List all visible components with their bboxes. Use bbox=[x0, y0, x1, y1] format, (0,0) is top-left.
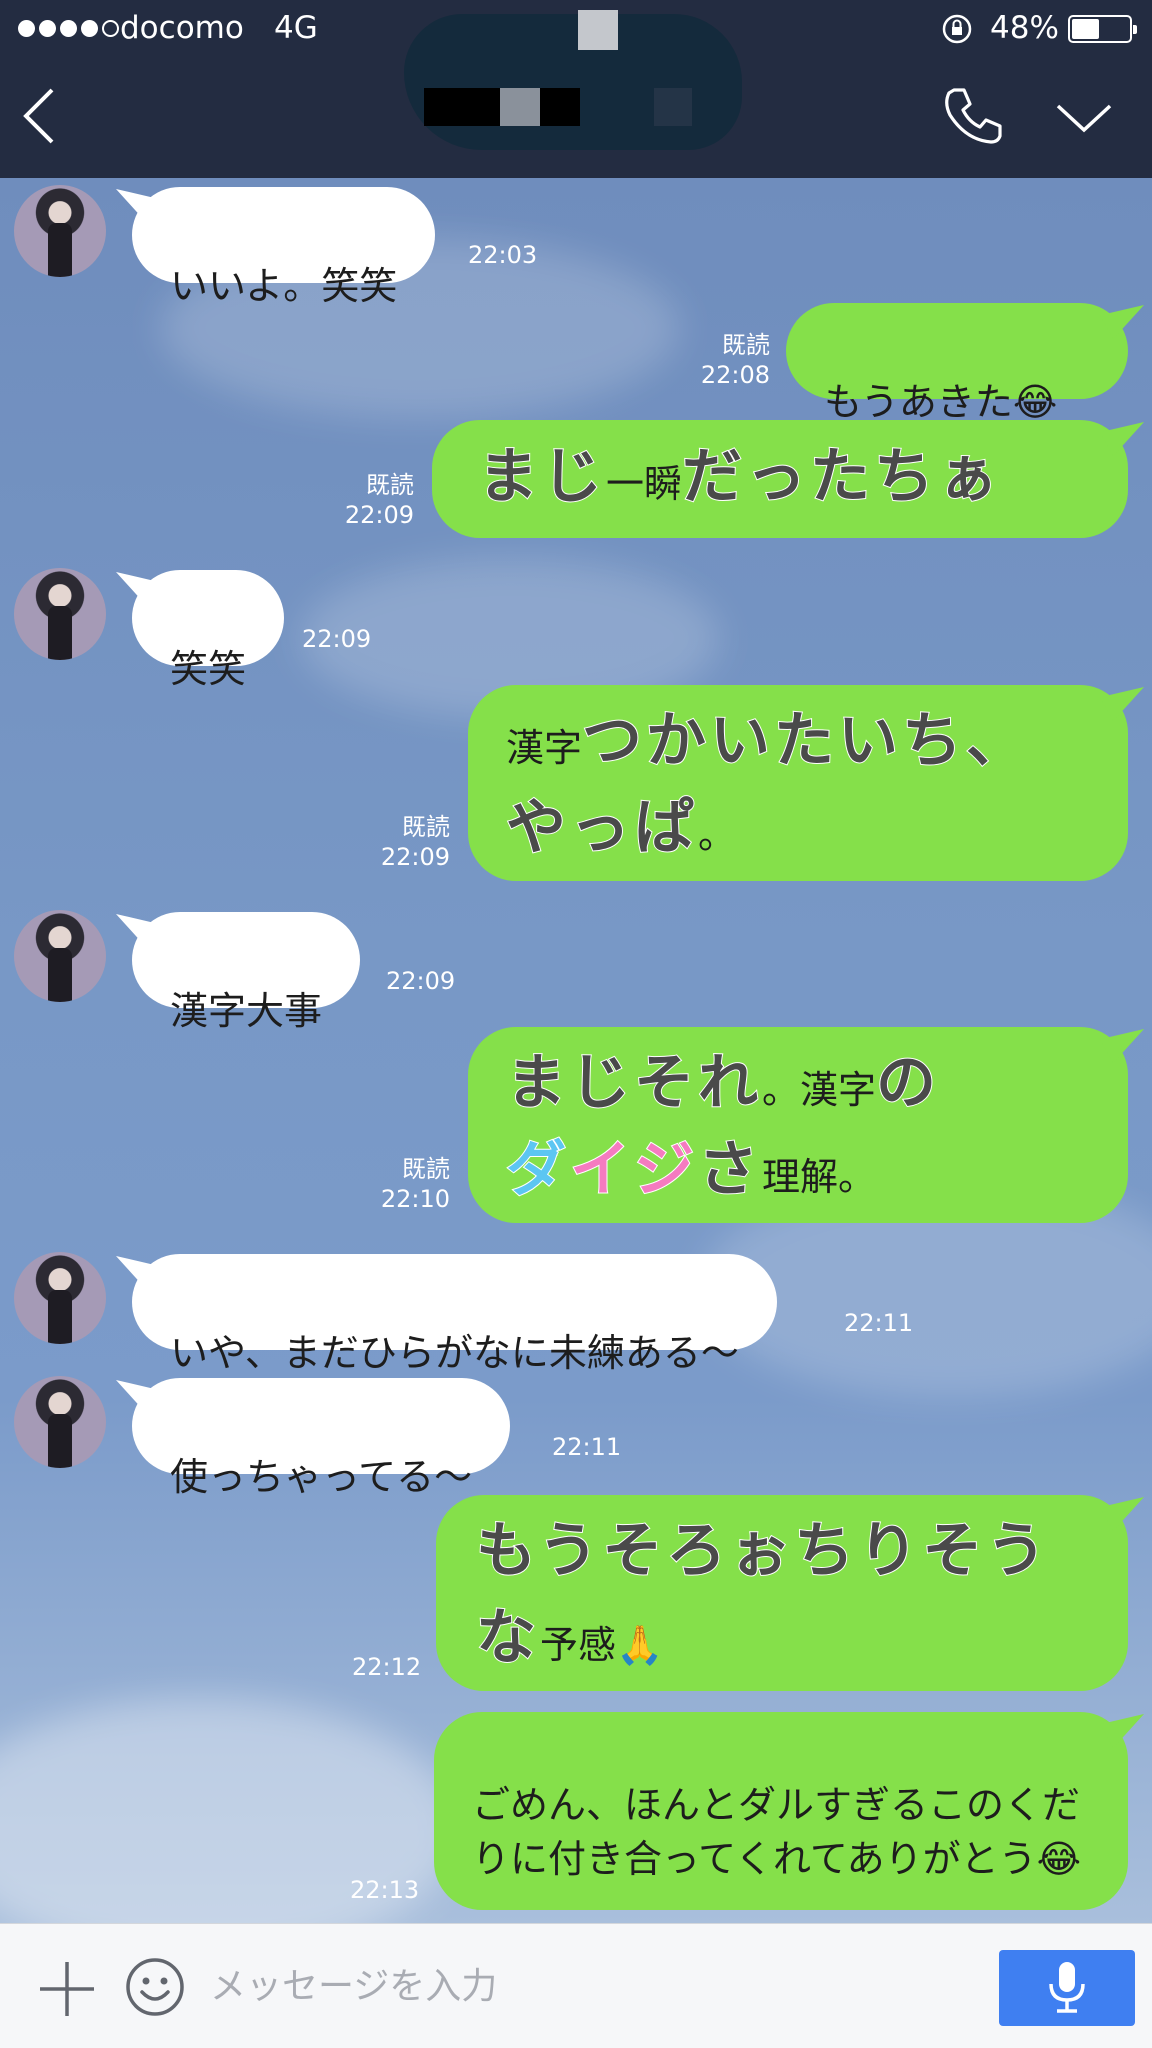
microphone-icon bbox=[1049, 1962, 1085, 2013]
carrier-name: docomo bbox=[120, 10, 244, 46]
message-bubble-incoming[interactable]: 笑笑 bbox=[132, 570, 285, 691]
microphone-button[interactable] bbox=[999, 1950, 1135, 2026]
deco-text: まじ bbox=[477, 441, 606, 513]
message-text: 。漢字 bbox=[762, 1068, 877, 1112]
battery-icon bbox=[1068, 15, 1137, 43]
message-time: 22:09 bbox=[386, 967, 456, 995]
read-label: 既読 bbox=[402, 813, 450, 841]
message-text: 予感🙏 bbox=[540, 1623, 664, 1667]
avatar[interactable] bbox=[14, 1376, 106, 1468]
redacted-chat-title bbox=[404, 14, 742, 150]
message-text: 理解。 bbox=[762, 1155, 877, 1199]
plus-icon[interactable] bbox=[36, 1958, 98, 2020]
message-text: 。 bbox=[698, 813, 737, 857]
message-bubble-outgoing[interactable]: もうあきた😂 bbox=[786, 303, 1128, 424]
message-time: 22:03 bbox=[468, 241, 538, 269]
read-receipt: 既読 22:08 bbox=[690, 330, 770, 390]
message-input[interactable]: メッセージを入力 bbox=[210, 1952, 980, 2022]
message-text: 笑笑 bbox=[170, 647, 247, 691]
chevron-down-icon[interactable] bbox=[1054, 96, 1114, 140]
rotation-lock-icon bbox=[942, 14, 972, 44]
avatar[interactable] bbox=[14, 1252, 106, 1344]
message-time: 22:09 bbox=[302, 625, 372, 653]
message-input-bar: メッセージを入力 bbox=[0, 1923, 1152, 2048]
message-bubble-incoming[interactable]: 使っちゃってる〜 bbox=[132, 1378, 511, 1499]
deco-text: の bbox=[875, 1047, 941, 1119]
message-time: 22:13 bbox=[350, 1876, 420, 1904]
message-text: 漢字大事 bbox=[170, 989, 323, 1033]
message-bubble-incoming[interactable]: 漢字大事 bbox=[132, 912, 361, 1033]
deco-text: さ bbox=[697, 1134, 762, 1206]
deco-text: やっぱ bbox=[505, 792, 698, 864]
deco-text: つかいたいち、 bbox=[581, 705, 1031, 777]
message-time: 22:11 bbox=[844, 1309, 914, 1337]
message-bubble-incoming[interactable]: いいよ。笑笑 bbox=[132, 187, 436, 308]
message-bubble-outgoing[interactable]: もうそろぉちりそうな予感🙏 bbox=[436, 1495, 1128, 1691]
avatar[interactable] bbox=[14, 910, 106, 1002]
message-bubble-outgoing[interactable]: 漢字つかいたいち、やっぱ。 bbox=[468, 685, 1128, 881]
read-receipt: 既読 22:10 bbox=[370, 1154, 450, 1214]
smile-icon[interactable] bbox=[124, 1956, 186, 2018]
read-label: 既読 bbox=[402, 1155, 450, 1183]
read-label: 既読 bbox=[722, 331, 770, 359]
message-text: ごめん、ほんとダルすぎるこのくだりに付き合ってくれてありがとう😂 bbox=[472, 1783, 1082, 1881]
message-text: 使っちゃってる〜 bbox=[170, 1455, 473, 1499]
message-bubble-outgoing[interactable]: まじそれ。漢字のダイジさ理解。 bbox=[468, 1027, 1128, 1223]
signal-strength-icon bbox=[18, 20, 119, 37]
message-text: 一瞬 bbox=[606, 462, 683, 506]
deco-text-pink: ダイジ bbox=[505, 1134, 698, 1206]
message-bubble-outgoing[interactable]: ごめん、ほんとダルすぎるこのくだりに付き合ってくれてありがとう😂 bbox=[434, 1712, 1128, 1910]
message-time: 22:09 bbox=[380, 843, 450, 871]
message-time: 22:11 bbox=[552, 1433, 622, 1461]
message-time: 22:12 bbox=[352, 1653, 422, 1681]
top-bar: docomo 4G 48% bbox=[0, 0, 1152, 178]
message-bubble-outgoing[interactable]: まじ一瞬だったちぁ bbox=[432, 420, 1128, 538]
phone-icon[interactable] bbox=[940, 84, 1002, 146]
message-time: 22:09 bbox=[344, 501, 414, 529]
message-text: いいよ。笑笑 bbox=[170, 264, 398, 308]
battery-percent: 48% bbox=[990, 10, 1059, 46]
message-text: 漢字 bbox=[506, 726, 583, 770]
avatar[interactable] bbox=[14, 568, 106, 660]
deco-text: まじそれ bbox=[505, 1047, 762, 1119]
chat-area[interactable]: いいよ。笑笑 22:03 既読 22:08 もうあきた😂 既読 22:09 まじ… bbox=[0, 178, 1152, 1923]
read-receipt: 既読 22:09 bbox=[370, 812, 450, 872]
read-receipt: 既読 22:09 bbox=[334, 470, 414, 530]
chevron-left-icon[interactable] bbox=[18, 84, 60, 148]
redaction-block bbox=[578, 10, 618, 50]
message-text: もうあきた😂 bbox=[824, 380, 1058, 424]
message-bubble-incoming[interactable]: いや、まだひらがなに未練ある〜 bbox=[132, 1254, 777, 1375]
redaction-block bbox=[654, 88, 692, 126]
avatar[interactable] bbox=[14, 185, 106, 277]
redaction-block bbox=[500, 88, 540, 126]
message-text: いや、まだひらがなに未練ある〜 bbox=[170, 1331, 739, 1375]
read-label: 既読 bbox=[366, 471, 414, 499]
network-type: 4G bbox=[274, 10, 318, 46]
message-time: 22:08 bbox=[700, 361, 770, 389]
message-time: 22:10 bbox=[380, 1185, 450, 1213]
deco-text: だったちぁ bbox=[681, 441, 1003, 513]
